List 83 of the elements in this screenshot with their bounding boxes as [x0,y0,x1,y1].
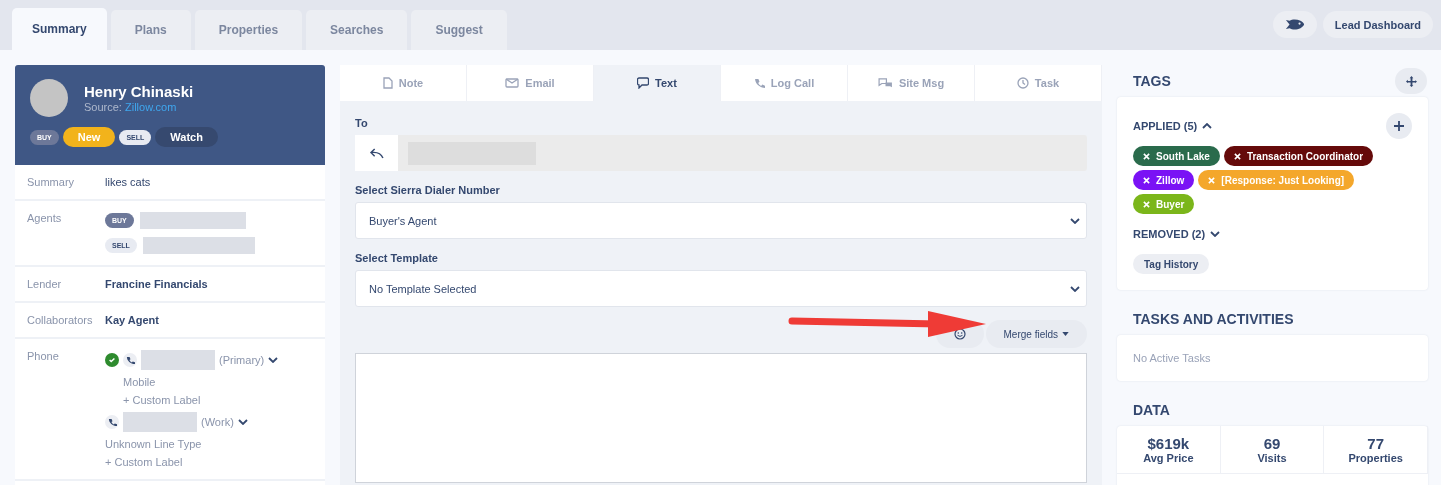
avatar-icon [30,79,68,117]
close-icon[interactable] [1143,176,1150,184]
field-label: Summary [27,176,76,188]
message-field[interactable] [355,353,1087,483]
smiley-icon [953,328,966,340]
compose-tab[interactable]: Email [467,65,594,101]
caret-icon [1062,332,1069,336]
page-tab[interactable]: Properties [194,10,303,50]
stat-label: Avg Price [1143,452,1194,464]
fish-icon [1284,19,1305,30]
custom-label-link[interactable]: + Custom Label [105,456,279,468]
phone-icon[interactable] [105,415,119,429]
chevron-icon [1070,285,1080,292]
recipient-field[interactable] [398,135,1087,171]
template-label: Select Template [355,252,439,264]
line-type: Unknown Line Type [105,438,203,450]
page-tab[interactable]: Plans [110,10,191,50]
contact-name: Henry Chinaski [84,83,194,100]
move-icon [1405,75,1417,87]
close-icon[interactable] [1233,152,1241,160]
phone-type[interactable]: (Work) [201,416,234,428]
section-heading: TAGS [1133,73,1171,89]
to-label: To [355,117,369,129]
field-value: Francine Financials [105,278,208,290]
field-label: Agents [27,212,63,226]
empty-message: No Active Tasks [1133,352,1211,364]
lead-dashboard-button[interactable]: Lead Dashboard [1322,11,1433,38]
custom-label-link[interactable]: + Custom Label [105,394,279,406]
merge-fields-button[interactable]: Merge fields [985,320,1087,348]
template-select[interactable]: No Template Selected [355,270,1087,307]
compose-tab[interactable]: Site Msg [848,65,975,101]
fish-button[interactable] [1272,11,1317,38]
stat-value: 69 [1263,435,1281,452]
section-heading: DATA [1133,402,1170,418]
chevron-icon [237,419,248,425]
envelope-icon [505,78,520,88]
tag-chip[interactable]: [Response: Just Looking] [1198,170,1355,190]
tag-chip[interactable]: Transaction Coordinator [1223,146,1374,166]
speech-bubble-icon [637,77,650,89]
page-tab[interactable]: Searches [306,10,408,50]
compose-tab[interactable]: Note [340,65,467,101]
dialer-label: Select Sierra Dialer Number [355,184,501,196]
compose-tab[interactable]: Task [975,65,1102,101]
section-heading: TASKS AND ACTIVITIES [1133,311,1294,327]
page-tab[interactable]: Summary [12,8,107,50]
chat-bubbles-icon [877,77,893,89]
clock-icon [1016,77,1029,89]
source-link[interactable]: Zillow.com [125,101,177,113]
page-tab[interactable]: Suggest [411,10,507,50]
chevron-icon [268,357,279,363]
removed-toggle[interactable]: REMOVED (2) [1133,228,1412,240]
stat-value: 77 [1367,435,1384,452]
document-icon [382,77,393,89]
stat-label: Properties [1348,452,1403,464]
stat-label: Visits [1257,452,1287,464]
chevron-icon [1202,123,1213,129]
field-value: likes cats [105,176,151,188]
chevron-icon [1070,217,1080,224]
move-button[interactable] [1395,68,1427,94]
status-badge[interactable]: New [62,127,116,147]
chevron-icon [1210,231,1221,237]
plus-icon [1394,121,1404,131]
stat-value: $619k [1147,435,1190,452]
field-value: Kay Agent [105,314,159,326]
applied-toggle[interactable]: APPLIED (5) [1133,120,1213,132]
phone-icon[interactable] [123,353,137,367]
phone-icon [753,77,765,89]
add-tag-button[interactable] [1386,113,1412,139]
tag-chip[interactable]: Zillow [1133,170,1195,190]
tag-history-button[interactable]: Tag History [1133,254,1210,274]
status-badge[interactable]: Watch [155,127,218,147]
field-label: Lender [27,278,63,290]
field-label: Phone [27,350,60,364]
dialer-select[interactable]: Buyer's Agent [355,202,1087,239]
close-icon[interactable] [1143,152,1150,160]
phone-type[interactable]: (Primary) [219,354,265,366]
reply-arrow-icon [369,147,384,159]
tag-chip[interactable]: South Lake [1133,146,1220,166]
source-text: Source: Zillow.com [84,101,178,113]
compose-tab[interactable]: Log Call [721,65,848,101]
tag-chip[interactable]: Buyer [1133,194,1195,214]
field-label: Collaborators [27,314,94,326]
line-type: Mobile [122,376,157,388]
